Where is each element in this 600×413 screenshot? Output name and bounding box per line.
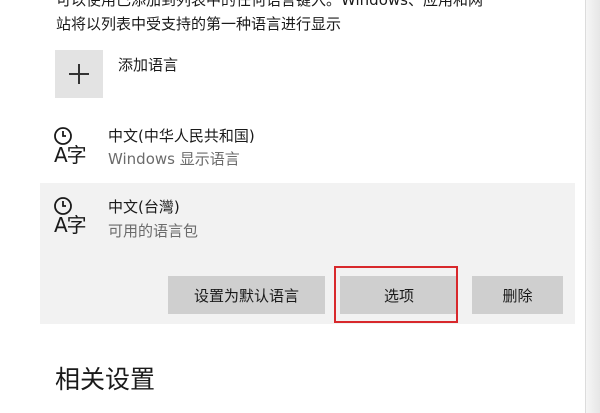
language-subtitle: 可用的语言包 [108, 222, 199, 240]
add-language-label: 添加语言 [118, 56, 179, 74]
language-description: 可以使用已添加到列表中的任何语言键入。Windows、应用和网 站将以列表中受支… [56, 0, 576, 36]
language-icon-glyph: A字 [54, 213, 87, 237]
add-language-button[interactable]: 添加语言 [55, 50, 178, 98]
language-icon: A字 [52, 125, 96, 173]
options-highlight-box [334, 266, 458, 323]
plus-icon [55, 50, 103, 98]
set-default-language-button[interactable]: 设置为默认语言 [168, 276, 325, 314]
remove-button[interactable]: 删除 [472, 276, 563, 314]
description-line-2: 站将以列表中受支持的第一种语言进行显示 [56, 15, 342, 33]
language-subtitle: Windows 显示语言 [108, 150, 240, 168]
window-edge [585, 0, 600, 413]
language-name: 中文(中华人民共和国) [108, 127, 255, 145]
language-icon: A字 [52, 195, 96, 243]
language-item-zh-cn[interactable]: A字 中文(中华人民共和国) Windows 显示语言 [40, 115, 575, 183]
related-settings-title: 相关设置 [55, 365, 156, 394]
description-line-1: 可以使用已添加到列表中的任何语言键入。Windows、应用和网 [56, 0, 483, 9]
language-icon-glyph: A字 [54, 143, 87, 167]
language-item-zh-tw[interactable]: A字 中文(台灣) 可用的语言包 设置为默认语言 选项 删除 [40, 183, 575, 324]
language-settings-page: 可以使用已添加到列表中的任何语言键入。Windows、应用和网 站将以列表中受支… [0, 0, 600, 413]
language-name: 中文(台灣) [108, 198, 180, 216]
